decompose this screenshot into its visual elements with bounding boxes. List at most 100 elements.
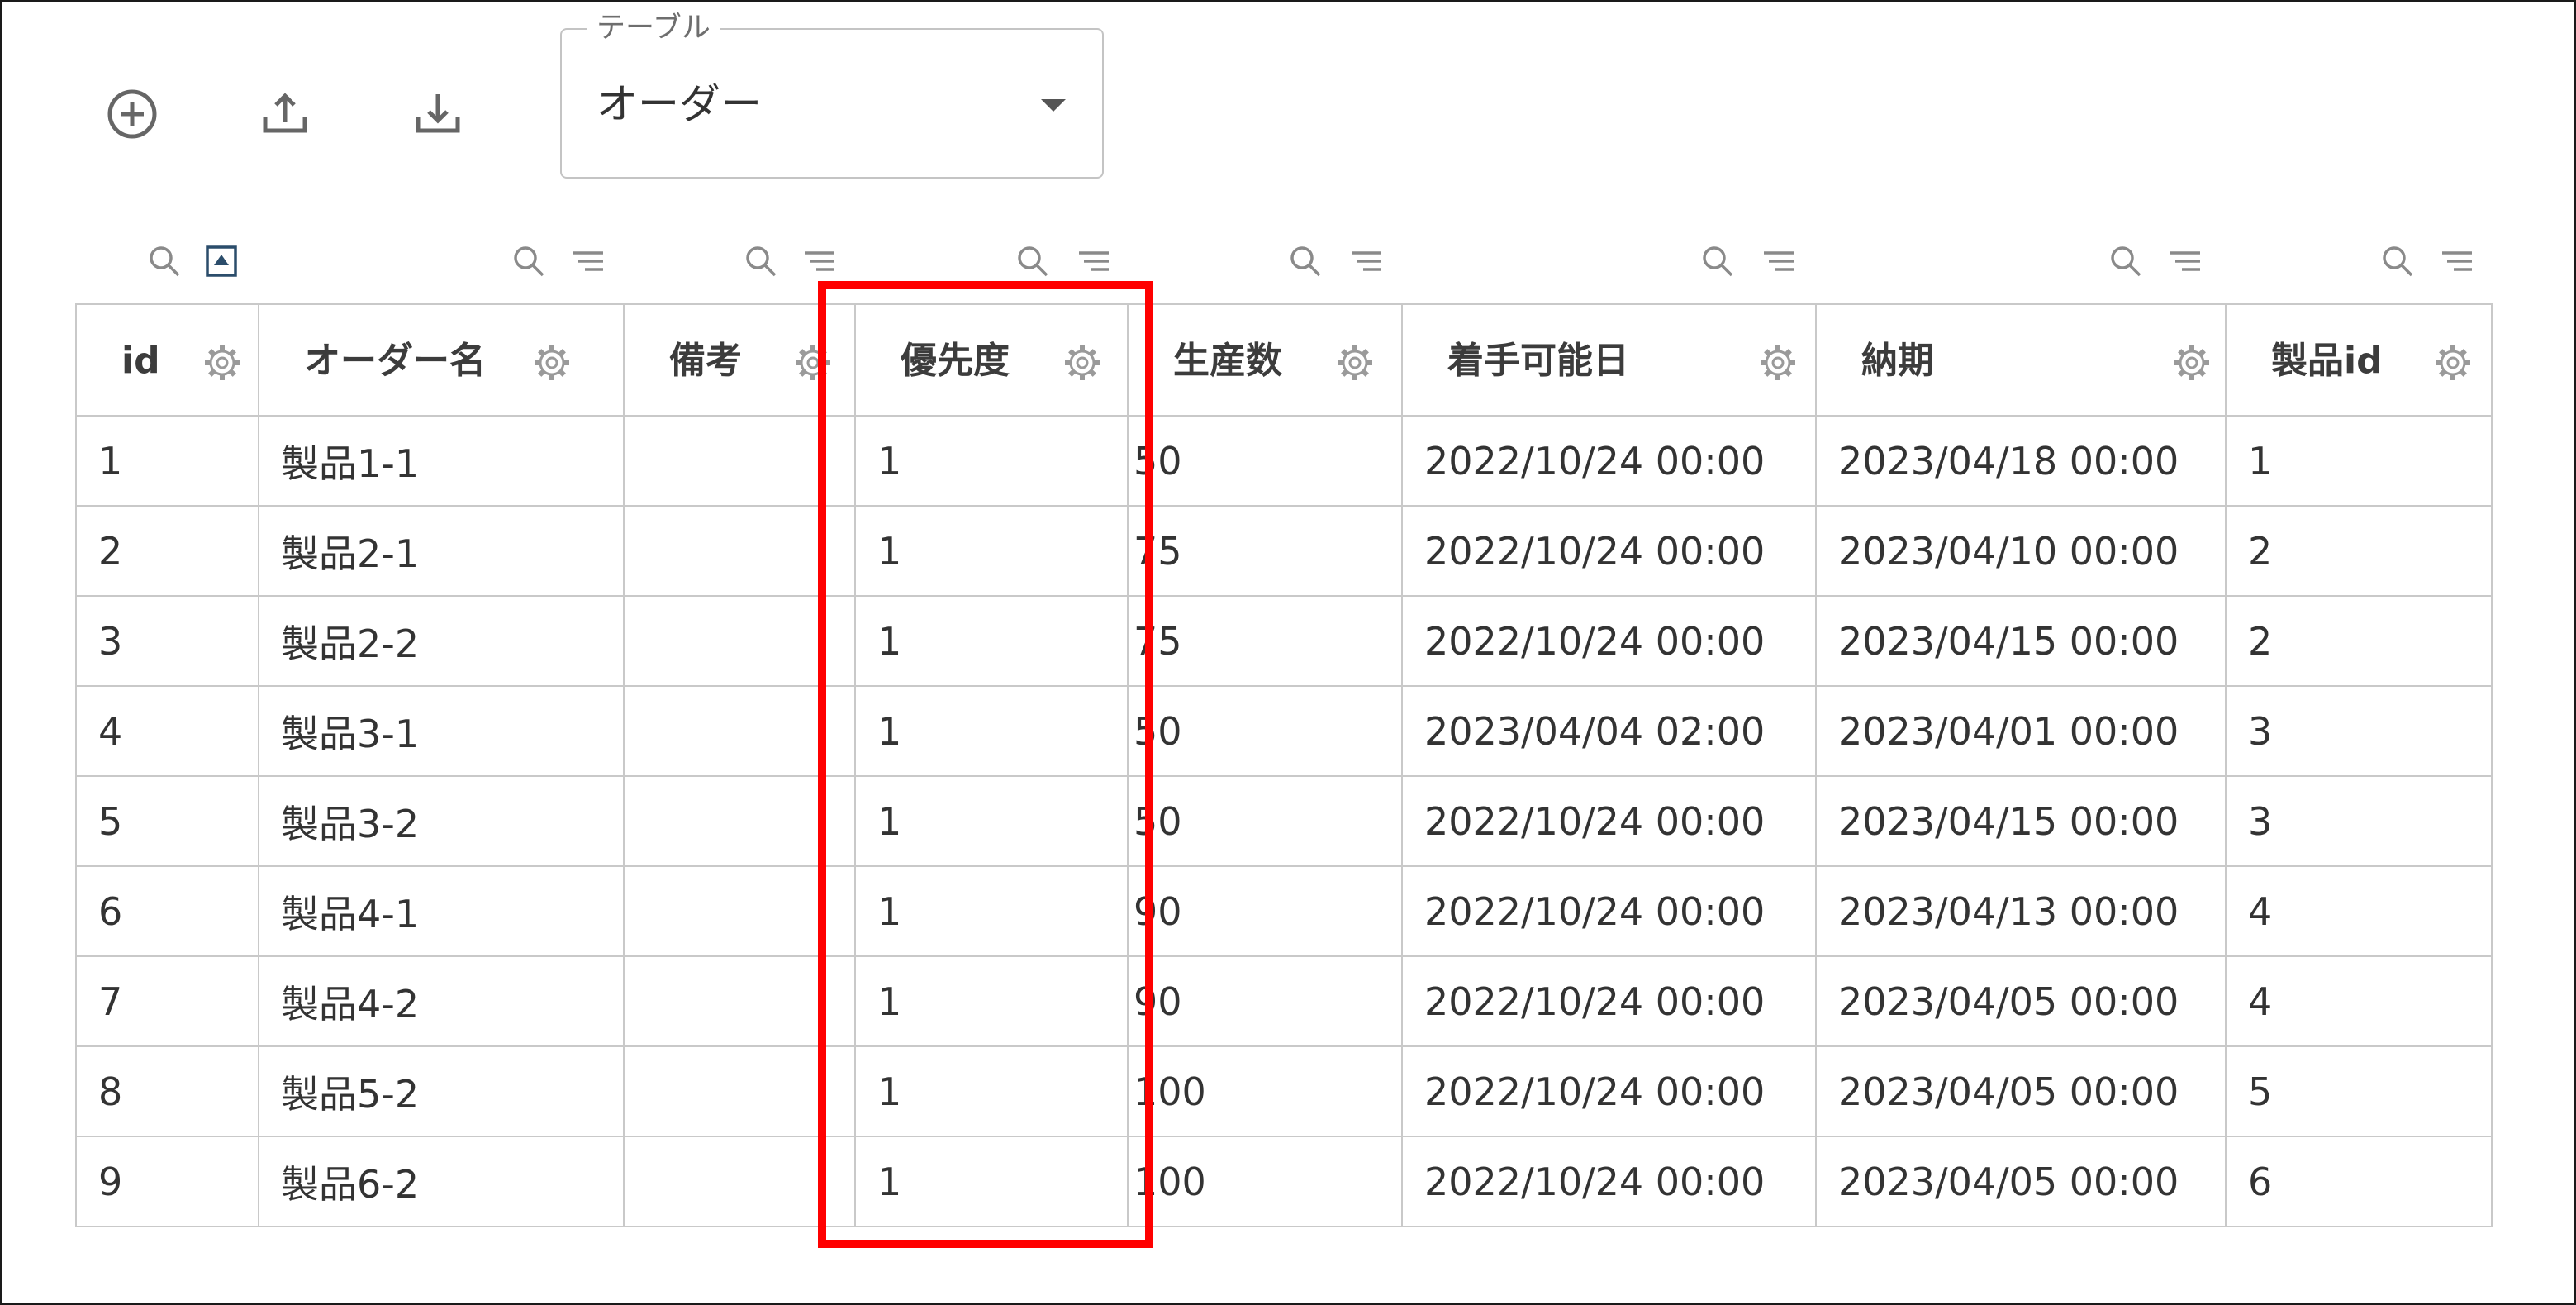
- table-cell[interactable]: 2023/04/18 00:00: [1815, 415, 2227, 507]
- table-cell[interactable]: 製品4-2: [258, 955, 625, 1047]
- column-settings-button[interactable]: [201, 341, 244, 384]
- table-row[interactable]: 8 製品5-2 1 100 2022/10/24 00:00 2023/04/05 00:…: [75, 1045, 2493, 1137]
- table-cell[interactable]: 2023/04/13 00:00: [1815, 865, 2227, 957]
- table-row[interactable]: 9 製品6-2 1 100 2022/10/24 00:00 2023/04/05 00:…: [75, 1136, 2493, 1227]
- table-cell[interactable]: 2: [75, 505, 259, 597]
- table-cell[interactable]: 2022/10/24 00:00: [1401, 415, 1817, 507]
- table-cell[interactable]: 2023/04/10 00:00: [1815, 505, 2227, 597]
- table-cell[interactable]: 2022/10/24 00:00: [1401, 955, 1817, 1047]
- table-cell[interactable]: 1: [854, 865, 1129, 957]
- table-cell[interactable]: 6: [2225, 1136, 2493, 1227]
- column-settings-button[interactable]: [2431, 341, 2474, 384]
- table-cell[interactable]: 1: [854, 685, 1129, 777]
- table-cell[interactable]: 4: [75, 685, 259, 777]
- table-cell[interactable]: 50: [1127, 775, 1403, 867]
- table-cell[interactable]: 100: [1127, 1045, 1403, 1137]
- table-cell[interactable]: 3: [2225, 775, 2493, 867]
- table-cell[interactable]: 100: [1127, 1136, 1403, 1227]
- table-cell[interactable]: 90: [1127, 865, 1403, 957]
- table-cell[interactable]: [623, 955, 856, 1047]
- table-cell[interactable]: 8: [75, 1045, 259, 1137]
- table-cell[interactable]: 2023/04/15 00:00: [1815, 595, 2227, 687]
- table-cell[interactable]: [623, 505, 856, 597]
- table-cell[interactable]: 2023/04/05 00:00: [1815, 1136, 2227, 1227]
- table-cell[interactable]: 50: [1127, 415, 1403, 507]
- column-filter-button[interactable]: [801, 243, 838, 279]
- table-cell[interactable]: 製品4-1: [258, 865, 625, 957]
- table-cell[interactable]: 4: [2225, 865, 2493, 957]
- sort-toggle-button[interactable]: [205, 245, 238, 278]
- table-cell[interactable]: 1: [2225, 415, 2493, 507]
- table-cell[interactable]: 製品2-1: [258, 505, 625, 597]
- table-cell[interactable]: 4: [2225, 955, 2493, 1047]
- table-cell[interactable]: 9: [75, 1136, 259, 1227]
- column-header[interactable]: 生産数: [1127, 303, 1403, 417]
- table-cell[interactable]: 2: [2225, 505, 2493, 597]
- table-cell[interactable]: 2022/10/24 00:00: [1401, 1045, 1817, 1137]
- column-filter-button[interactable]: [1348, 243, 1385, 279]
- table-row[interactable]: 5 製品3-2 1 50 2022/10/24 00:00 2023/04/15 00:0…: [75, 775, 2493, 867]
- table-cell[interactable]: [623, 415, 856, 507]
- column-search-button[interactable]: [511, 243, 547, 279]
- table-cell[interactable]: 1: [75, 415, 259, 507]
- download-button[interactable]: [403, 79, 473, 149]
- table-cell[interactable]: 5: [75, 775, 259, 867]
- table-cell[interactable]: 2: [2225, 595, 2493, 687]
- table-row[interactable]: 4 製品3-1 1 50 2023/04/04 02:00 2023/04/01 00:0…: [75, 685, 2493, 777]
- table-row[interactable]: 2 製品2-1 1 75 2022/10/24 00:00 2023/04/10 00:0…: [75, 505, 2493, 597]
- column-settings-button[interactable]: [1756, 341, 1799, 384]
- column-search-button[interactable]: [1287, 243, 1324, 279]
- table-cell[interactable]: 1: [854, 1045, 1129, 1137]
- column-settings-button[interactable]: [1061, 341, 1104, 384]
- table-cell[interactable]: 7: [75, 955, 259, 1047]
- table-cell[interactable]: 2022/10/24 00:00: [1401, 865, 1817, 957]
- column-header[interactable]: 納期: [1815, 303, 2227, 417]
- table-cell[interactable]: 1: [854, 955, 1129, 1047]
- table-row[interactable]: 7 製品4-2 1 90 2022/10/24 00:00 2023/04/05 00:0…: [75, 955, 2493, 1047]
- table-cell[interactable]: 製品5-2: [258, 1045, 625, 1137]
- column-search-button[interactable]: [743, 243, 779, 279]
- column-search-button[interactable]: [2108, 243, 2144, 279]
- table-cell[interactable]: 1: [854, 595, 1129, 687]
- table-cell[interactable]: 1: [854, 775, 1129, 867]
- table-cell[interactable]: [623, 775, 856, 867]
- column-filter-button[interactable]: [2167, 243, 2203, 279]
- table-cell[interactable]: 2023/04/05 00:00: [1815, 1045, 2227, 1137]
- table-cell[interactable]: 2022/10/24 00:00: [1401, 595, 1817, 687]
- table-cell[interactable]: 製品6-2: [258, 1136, 625, 1227]
- column-search-button[interactable]: [146, 243, 183, 279]
- table-cell[interactable]: [623, 595, 856, 687]
- table-cell[interactable]: 1: [854, 505, 1129, 597]
- add-row-button[interactable]: [97, 79, 167, 149]
- table-cell[interactable]: 2023/04/15 00:00: [1815, 775, 2227, 867]
- column-header[interactable]: 着手可能日: [1401, 303, 1817, 417]
- column-settings-button[interactable]: [2170, 341, 2213, 384]
- table-cell[interactable]: 製品3-2: [258, 775, 625, 867]
- table-cell[interactable]: 製品3-1: [258, 685, 625, 777]
- column-settings-button[interactable]: [530, 341, 573, 384]
- column-header[interactable]: id: [75, 303, 259, 417]
- table-cell[interactable]: 2022/10/24 00:00: [1401, 505, 1817, 597]
- table-cell[interactable]: 2022/10/24 00:00: [1401, 775, 1817, 867]
- table-cell[interactable]: 2022/10/24 00:00: [1401, 1136, 1817, 1227]
- table-cell[interactable]: 90: [1127, 955, 1403, 1047]
- table-cell[interactable]: [623, 865, 856, 957]
- table-cell[interactable]: [623, 1045, 856, 1137]
- column-filter-button[interactable]: [2439, 243, 2475, 279]
- table-cell[interactable]: [623, 1136, 856, 1227]
- column-settings-button[interactable]: [791, 341, 834, 384]
- table-cell[interactable]: 5: [2225, 1045, 2493, 1137]
- table-cell[interactable]: 75: [1127, 595, 1403, 687]
- table-cell[interactable]: 75: [1127, 505, 1403, 597]
- table-row[interactable]: 3 製品2-2 1 75 2022/10/24 00:00 2023/04/15 00:0…: [75, 595, 2493, 687]
- table-row[interactable]: 6 製品4-1 1 90 2022/10/24 00:00 2023/04/13 00:0…: [75, 865, 2493, 957]
- column-filter-button[interactable]: [1761, 243, 1797, 279]
- column-search-button[interactable]: [1699, 243, 1736, 279]
- table-cell[interactable]: 3: [75, 595, 259, 687]
- table-row[interactable]: 1 製品1-1 1 50 2022/10/24 00:00 2023/04/18 00:0…: [75, 415, 2493, 507]
- table-cell[interactable]: 2023/04/04 02:00: [1401, 685, 1817, 777]
- table-cell[interactable]: 1: [854, 415, 1129, 507]
- column-header[interactable]: オーダー名: [258, 303, 625, 417]
- column-search-button[interactable]: [1015, 243, 1051, 279]
- table-cell[interactable]: 50: [1127, 685, 1403, 777]
